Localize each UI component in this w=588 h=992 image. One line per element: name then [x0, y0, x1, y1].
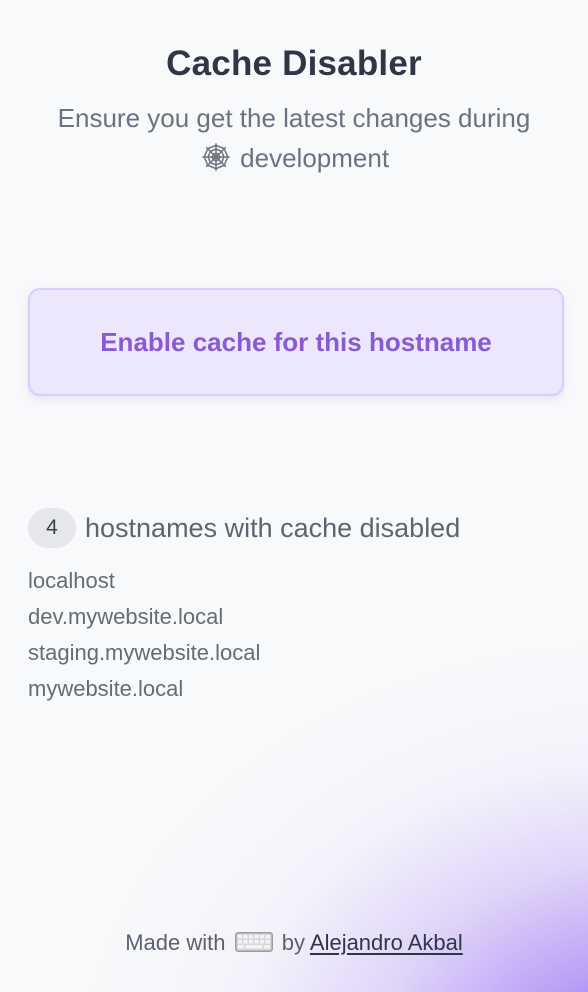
footer-made-with: Made with: [125, 930, 226, 955]
hostname-item: staging.mywebsite.local: [28, 640, 261, 665]
spider-web-icon: [202, 143, 230, 171]
hostnames-header: 4 hostnames with cache disabled: [28, 508, 460, 548]
page-title: Cache Disabler: [166, 44, 422, 83]
enable-cache-button[interactable]: Enable cache for this hostname: [28, 288, 564, 396]
hostname-item: dev.mywebsite.local: [28, 604, 224, 629]
hostnames-heading: hostnames with cache disabled: [85, 512, 461, 543]
page-subtitle: Ensure you get the latest changes during…: [40, 98, 548, 178]
hostname-item: localhost: [28, 568, 115, 593]
popup: Cache Disabler Ensure you get the latest…: [0, 0, 588, 992]
keyboard-icon: [234, 932, 273, 952]
subtitle-text-before: Ensure you get the latest changes during: [57, 103, 531, 133]
hostname-item: mywebsite.local: [28, 676, 184, 701]
footer-by: by: [281, 930, 305, 955]
author-link[interactable]: Alejandro Akbal: [310, 930, 463, 955]
subtitle-text-after: development: [240, 143, 390, 173]
hostname-list: localhost dev.mywebsite.local staging.my…: [28, 563, 260, 707]
footer: Made with by Alejandro Akbal: [0, 930, 588, 956]
hostname-count-badge: 4: [28, 508, 76, 548]
